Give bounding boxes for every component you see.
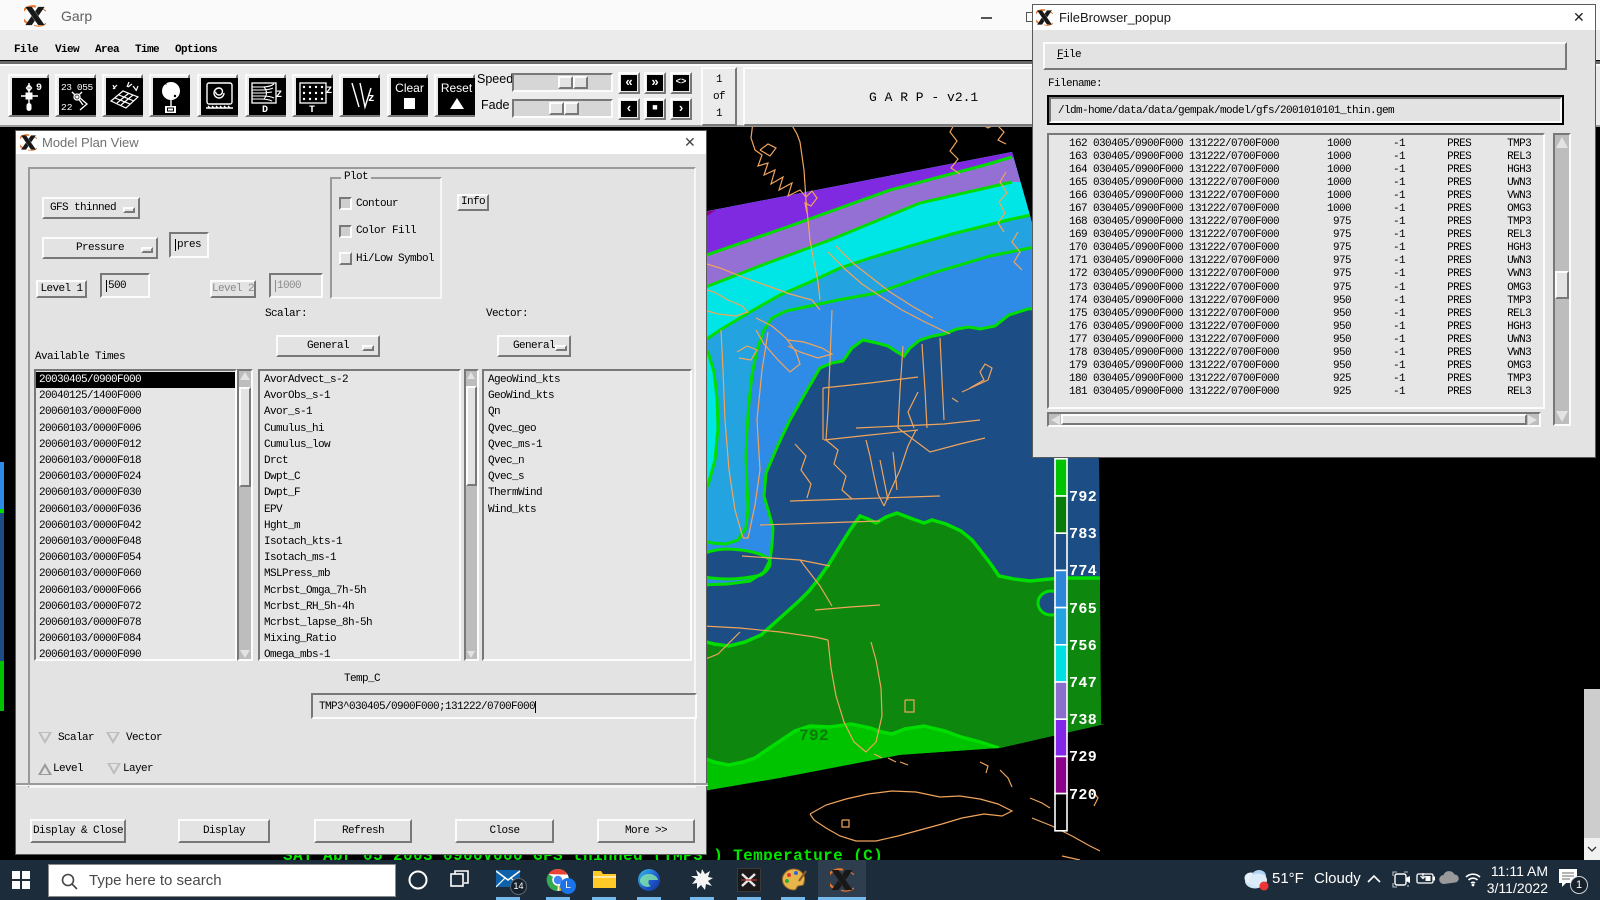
- svg-text:756: 756: [1069, 638, 1097, 655]
- svg-text:792: 792: [799, 727, 829, 745]
- svg-text:747: 747: [1069, 675, 1097, 692]
- svg-text:Z: Z: [276, 90, 282, 101]
- svg-text:9: 9: [36, 83, 42, 94]
- svg-text:*: *: [164, 81, 167, 90]
- svg-text:729: 729: [1069, 749, 1097, 766]
- svg-text:738: 738: [1069, 712, 1097, 729]
- svg-text:720: 720: [1069, 787, 1097, 804]
- svg-text:Z: Z: [326, 86, 332, 97]
- svg-text:792: 792: [1069, 489, 1097, 506]
- svg-text:T: T: [309, 105, 315, 114]
- svg-text:22: 22: [61, 102, 73, 113]
- svg-text:783: 783: [1069, 526, 1097, 543]
- svg-text:774: 774: [1069, 563, 1097, 580]
- svg-text:z: z: [368, 93, 375, 105]
- svg-text:D: D: [262, 105, 268, 114]
- svg-text:765: 765: [1069, 601, 1097, 618]
- svg-text:23 055: 23 055: [61, 82, 94, 93]
